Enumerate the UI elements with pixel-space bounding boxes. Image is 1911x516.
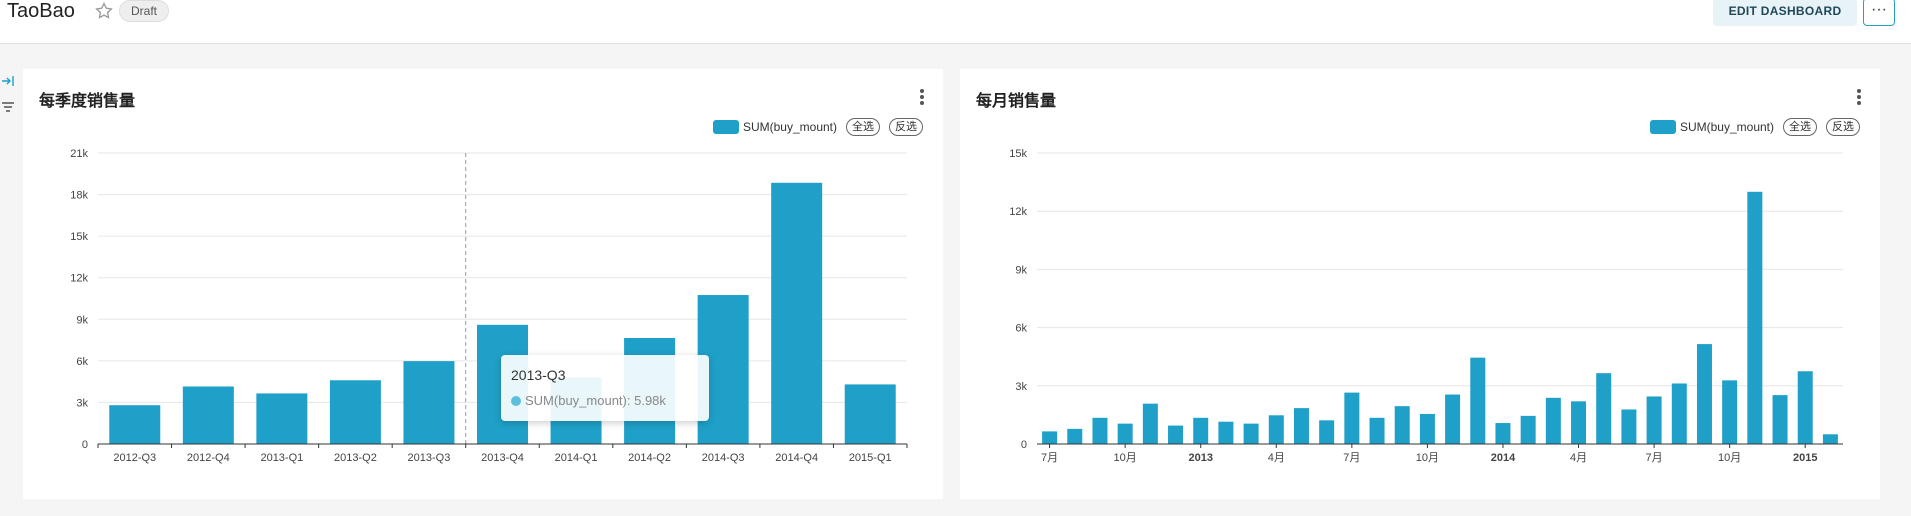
x-tick-label: 7月 [1041,452,1058,464]
y-tick-label: 12k [70,273,88,285]
bar [1747,191,1763,444]
bar [1268,415,1284,444]
tooltip-row: SUM(buy_mount) : 5.98k [511,393,699,408]
bar [1042,431,1058,444]
bar [1621,409,1637,444]
x-tick-label: 2013-Q4 [481,452,524,464]
bar [1117,423,1133,444]
star-icon[interactable] [94,1,114,21]
bar [1142,403,1158,444]
tooltip-value: 5.98k [634,393,666,408]
bar [256,393,308,444]
x-tick-label: 4月 [1570,452,1587,464]
x-tick-label: 2013 [1188,452,1212,464]
bar [1495,423,1511,444]
y-tick-label: 12k [1009,206,1027,218]
x-tick-label: 2015-Q1 [849,452,892,464]
x-tick-label: 2013-Q3 [408,452,451,464]
bar [329,380,381,444]
bar [182,386,234,444]
bar-chart-quarterly: 0 3k 6k 9k 12k 15k 18k 21k 2012-Q3 2012-Q4 2013-Q1… [70,148,908,464]
x-tick-label: 2012-Q3 [113,452,156,464]
x-tick-label: 2013-Q1 [260,452,303,464]
bar [403,361,455,444]
y-tick-label: 9k [76,314,88,326]
bar [1369,417,1385,444]
more-options-button[interactable]: ··· [1863,0,1895,26]
bar [109,405,161,444]
x-tick-label: 4月 [1268,452,1285,464]
x-tick-label: 2014-Q2 [628,452,671,464]
x-tick-label: 7月 [1646,452,1663,464]
tooltip-series-dot [511,395,521,406]
bar [1696,344,1712,444]
bar [1470,357,1486,444]
bar [1722,380,1738,444]
bar [1596,373,1612,444]
chart-panel-monthly: 每月销售量 SUM(buy_mount) 全选 反选 0 3k 6k 9k 12k 15k… [960,69,1880,499]
bar [1319,420,1335,444]
bar [1344,392,1360,444]
y-tick-label: 3k [76,397,88,409]
x-tick-label: 2015 [1793,452,1817,464]
x-tick-label: 2014-Q4 [775,452,818,464]
y-tick-label: 0 [1021,439,1027,451]
x-tick-label: 2014-Q1 [555,452,598,464]
bar [1218,421,1234,444]
tooltip-series-label: SUM(buy_mount) [525,393,627,408]
chart-tooltip: 2013-Q3 SUM(buy_mount) : 5.98k [501,355,709,421]
x-tick-label: 2012-Q4 [187,452,230,464]
bar [1293,408,1309,444]
x-tick-label: 10月 [1416,452,1439,464]
status-badge: Draft [119,0,170,22]
bar [1797,371,1813,444]
chart-panel-quarterly: 每季度销售量 SUM(buy_mount) 全选 反选 0 3k 6k 9k 12k 15… [23,69,943,499]
y-tick-label: 15k [70,231,88,243]
y-tick-label: 21k [70,148,88,160]
bar-chart-monthly: 0 3k 6k 9k 12k 15k 7月 10月 2013 4月 7月 10月 2014 4月 7月 10月… [1009,148,1843,464]
bar [1545,397,1561,444]
x-tick-label: 2013-Q2 [334,452,377,464]
y-tick-label: 0 [82,439,88,451]
x-tick-label: 7月 [1343,452,1360,464]
dashboard-title: TaoBao [7,0,75,22]
filter-icon[interactable] [1,100,15,114]
bar [1193,417,1209,444]
bar [1445,394,1461,444]
x-tick-label: 2014 [1491,452,1516,464]
expand-sidebar-icon[interactable] [1,74,15,88]
bar [1520,415,1536,444]
bar [1067,428,1083,444]
bar [1419,413,1435,444]
bar [844,384,896,444]
x-tick-label: 10月 [1718,452,1741,464]
x-tick-label: 2014-Q3 [702,452,745,464]
bar [1243,423,1259,444]
y-tick-label: 6k [1015,323,1027,335]
x-tick-label: 10月 [1114,452,1137,464]
bar [1168,425,1184,444]
y-tick-label: 18k [70,190,88,202]
y-tick-label: 6k [76,356,88,368]
tooltip-title: 2013-Q3 [511,367,566,383]
y-tick-label: 3k [1015,381,1027,393]
edit-dashboard-button[interactable]: EDIT DASHBOARD [1713,0,1857,26]
bar [1092,417,1108,444]
y-tick-label: 15k [1009,148,1027,160]
bar [771,182,823,444]
dashboard-header: TaoBao Draft EDIT DASHBOARD ··· [0,0,1911,44]
bar [1822,434,1838,444]
bar [1671,383,1687,444]
bar [1646,396,1662,444]
bar [1772,395,1788,444]
bar [1571,401,1587,444]
bar [1394,406,1410,444]
y-tick-label: 9k [1015,264,1027,276]
